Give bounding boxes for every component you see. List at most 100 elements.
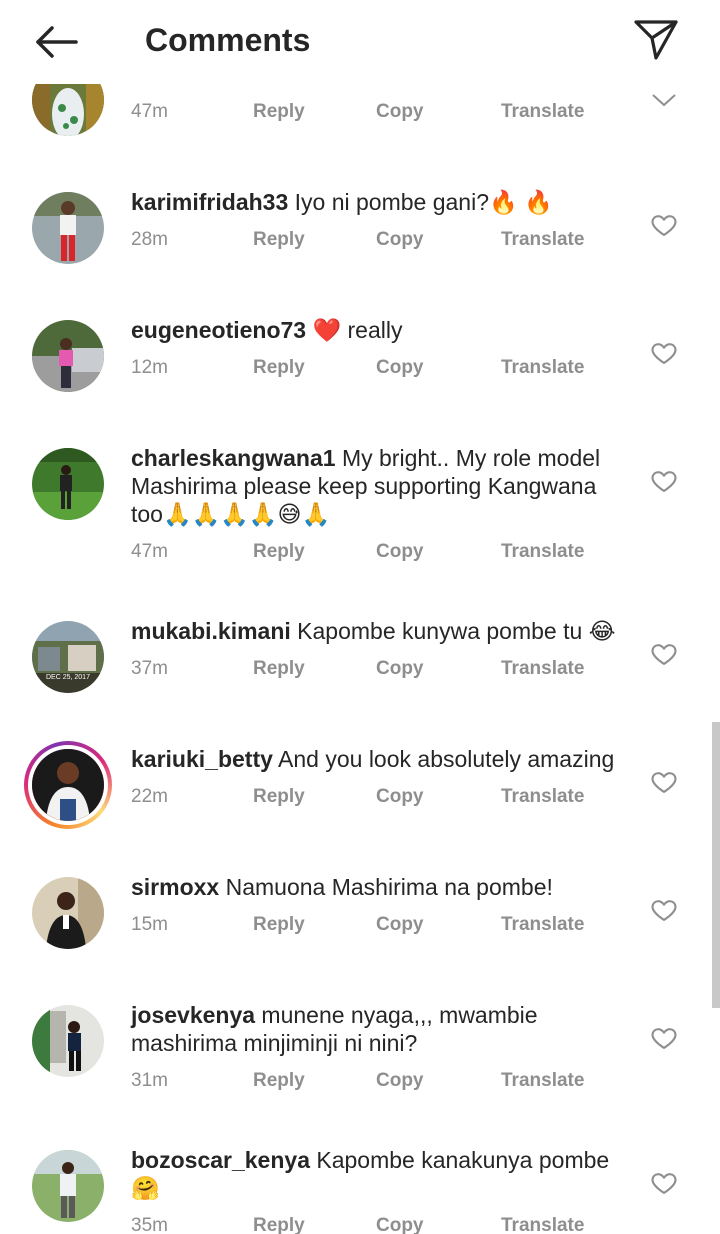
reply-button[interactable]: Reply xyxy=(253,101,305,123)
reply-button[interactable]: Reply xyxy=(253,786,305,808)
comment-meta: 47m Reply Copy Translate xyxy=(131,101,611,125)
translate-button[interactable]: Translate xyxy=(501,101,584,123)
chevron-down-icon[interactable] xyxy=(651,92,677,108)
translate-button[interactable]: Translate xyxy=(501,658,584,680)
translate-button[interactable]: Translate xyxy=(501,1070,584,1092)
heart-outline-icon[interactable] xyxy=(650,640,678,668)
copy-button[interactable]: Copy xyxy=(376,541,424,563)
heart-outline-icon[interactable] xyxy=(650,1024,678,1052)
comment-username[interactable]: eugeneotieno73 xyxy=(131,317,306,343)
avatar-story-ring[interactable] xyxy=(24,741,112,829)
comment-text: karimifridah33 Iyo ni pombe gani?🔥 🔥 xyxy=(131,188,631,216)
avatar-photo xyxy=(32,749,104,821)
avatar[interactable] xyxy=(32,448,104,520)
comment-meta: 12m Reply Copy Translate xyxy=(131,357,611,381)
comment-text: josevkenya munene nyaga,,, mwambie mashi… xyxy=(131,1001,631,1057)
copy-button[interactable]: Copy xyxy=(376,1215,424,1234)
comment-time: 15m xyxy=(131,914,168,935)
comment-body: And you look absolutely amazing xyxy=(278,746,615,772)
comment-text: kariuki_betty And you look absolutely am… xyxy=(131,745,631,773)
paper-plane-icon xyxy=(634,20,678,60)
comment-text: mukabi.kimani Kapombe kunywa pombe tu 😂 xyxy=(131,617,631,645)
scrollbar[interactable] xyxy=(712,722,720,1008)
comment-body: Iyo ni pombe gani?🔥 🔥 xyxy=(294,189,553,215)
translate-button[interactable]: Translate xyxy=(501,1215,584,1234)
avatar-photo xyxy=(32,877,104,949)
avatar-photo xyxy=(32,192,104,264)
avatar[interactable] xyxy=(32,320,104,392)
avatar-photo xyxy=(32,1005,104,1077)
comment-meta: 31m Reply Copy Translate xyxy=(131,1070,611,1094)
comment-time: 47m xyxy=(131,101,168,122)
comment-username[interactable]: mukabi.kimani xyxy=(131,618,291,644)
avatar xyxy=(28,745,108,825)
comment-username[interactable]: josevkenya xyxy=(131,1002,255,1028)
comment-meta: 28m Reply Copy Translate xyxy=(131,229,611,253)
copy-button[interactable]: Copy xyxy=(376,786,424,808)
avatar[interactable]: DEC 25, 2017 xyxy=(32,621,104,693)
heart-outline-icon[interactable] xyxy=(650,1169,678,1197)
comment-username[interactable]: kariuki_betty xyxy=(131,746,273,772)
comment-text: eugeneotieno73 ❤️ really xyxy=(131,316,631,344)
back-button[interactable] xyxy=(28,18,84,66)
comment-username[interactable]: charleskangwana1 xyxy=(131,445,336,471)
comment-body: Kapombe kunywa pombe tu 😂 xyxy=(297,618,616,644)
heart-outline-icon[interactable] xyxy=(650,896,678,924)
avatar[interactable] xyxy=(32,1150,104,1222)
copy-button[interactable]: Copy xyxy=(376,1070,424,1092)
heart-outline-icon[interactable] xyxy=(650,211,678,239)
comment-time: 35m xyxy=(131,1215,168,1234)
share-button[interactable] xyxy=(628,12,684,68)
comment-text: charleskangwana1 My bright.. My role mod… xyxy=(131,444,631,528)
comment-username[interactable]: sirmoxx xyxy=(131,874,219,900)
comment-time: 47m xyxy=(131,541,168,562)
translate-button[interactable]: Translate xyxy=(501,786,584,808)
page-title: Comments xyxy=(145,22,311,58)
comment-text: sirmoxx Namuona Mashirima na pombe! xyxy=(131,873,631,901)
avatar-photo xyxy=(32,448,104,520)
heart-outline-icon[interactable] xyxy=(650,768,678,796)
comment-meta: 47m Reply Copy Translate xyxy=(131,541,611,565)
reply-button[interactable]: Reply xyxy=(253,1215,305,1234)
copy-button[interactable]: Copy xyxy=(376,914,424,936)
comments-list[interactable]: 47m Reply Copy Translate karimifridah33 … xyxy=(0,0,720,1234)
copy-button[interactable]: Copy xyxy=(376,357,424,379)
comment-meta: 37m Reply Copy Translate xyxy=(131,658,611,682)
avatar[interactable] xyxy=(32,192,104,264)
reply-button[interactable]: Reply xyxy=(253,914,305,936)
comment-username[interactable]: bozoscar_kenya xyxy=(131,1147,310,1173)
avatar-photo xyxy=(32,1150,104,1222)
comment-meta: 15m Reply Copy Translate xyxy=(131,914,611,938)
translate-button[interactable]: Translate xyxy=(501,914,584,936)
comment-username[interactable]: karimifridah33 xyxy=(131,189,288,215)
comment-time: 28m xyxy=(131,229,168,250)
arrow-left-icon xyxy=(36,26,78,58)
reply-button[interactable]: Reply xyxy=(253,357,305,379)
avatar-photo xyxy=(32,320,104,392)
comment-time: 22m xyxy=(131,786,168,807)
translate-button[interactable]: Translate xyxy=(501,229,584,251)
translate-button[interactable]: Translate xyxy=(501,357,584,379)
comment-time: 12m xyxy=(131,357,168,378)
comment-time: 37m xyxy=(131,658,168,679)
avatar[interactable] xyxy=(32,1005,104,1077)
comment-body: Namuona Mashirima na pombe! xyxy=(225,874,553,900)
avatar[interactable] xyxy=(32,877,104,949)
comment-time: 31m xyxy=(131,1070,168,1091)
comment-body: ❤️ really xyxy=(312,317,403,343)
heart-outline-icon[interactable] xyxy=(650,339,678,367)
reply-button[interactable]: Reply xyxy=(253,541,305,563)
comment-meta: 35m Reply Copy Translate xyxy=(131,1215,611,1234)
copy-button[interactable]: Copy xyxy=(376,658,424,680)
reply-button[interactable]: Reply xyxy=(253,1070,305,1092)
heart-outline-icon[interactable] xyxy=(650,467,678,495)
reply-button[interactable]: Reply xyxy=(253,658,305,680)
copy-button[interactable]: Copy xyxy=(376,101,424,123)
top-bar: Comments xyxy=(0,0,720,84)
reply-button[interactable]: Reply xyxy=(253,229,305,251)
copy-button[interactable]: Copy xyxy=(376,229,424,251)
translate-button[interactable]: Translate xyxy=(501,541,584,563)
avatar-date-caption: DEC 25, 2017 xyxy=(46,674,90,681)
comment-text: bozoscar_kenya Kapombe kanakunya pombe 🤗 xyxy=(131,1146,631,1202)
comment-meta: 22m Reply Copy Translate xyxy=(131,786,611,810)
